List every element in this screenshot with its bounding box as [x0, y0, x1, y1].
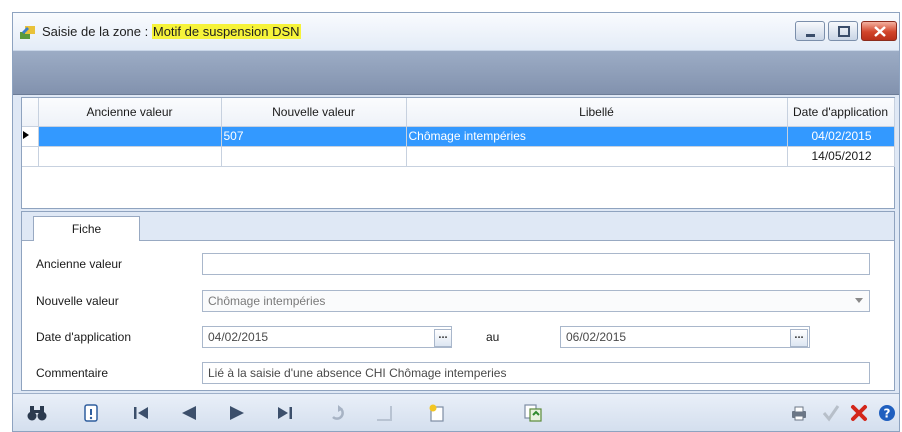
cell-date[interactable]: 04/02/2015	[787, 126, 895, 147]
chevron-down-icon[interactable]	[855, 298, 863, 303]
window-title: Saisie de la zone : Motif de suspension …	[42, 24, 301, 39]
previous-record-icon[interactable]	[179, 403, 199, 423]
date-application-label: Date d'application	[36, 330, 132, 344]
validate-icon[interactable]	[821, 403, 841, 423]
blank-icon[interactable]	[375, 403, 395, 423]
row-pointer-icon	[22, 126, 39, 147]
undo-icon[interactable]	[327, 403, 347, 423]
col-header-libelle[interactable]: Libellé	[406, 98, 788, 127]
window-title-prefix: Saisie de la zone :	[42, 24, 152, 39]
au-label: au	[486, 330, 500, 344]
maximize-button[interactable]	[828, 21, 858, 41]
date-from-picker-button[interactable]: ...	[434, 329, 452, 347]
values-grid[interactable]: Ancienne valeur Nouvelle valeur Libellé …	[21, 97, 895, 209]
fiche-form: Ancienne valeur Nouvelle valeur Chômage …	[22, 240, 894, 390]
new-record-icon[interactable]	[427, 403, 447, 423]
grid-header-indicator	[22, 98, 39, 127]
binoculars-icon[interactable]	[27, 403, 47, 423]
nouvelle-valeur-label: Nouvelle valeur	[36, 294, 119, 308]
cell-libelle[interactable]: Chômage intempéries	[406, 126, 788, 147]
cell-nouvelle[interactable]	[221, 146, 407, 167]
ancienne-valeur-field[interactable]	[202, 253, 870, 275]
date-from-field[interactable]: 04/02/2015	[202, 326, 452, 348]
window-title-highlight: Motif de suspension DSN	[151, 24, 301, 39]
delete-icon[interactable]	[849, 403, 869, 423]
first-record-icon[interactable]	[131, 403, 151, 423]
table-row[interactable]: 14/05/2012	[22, 146, 895, 167]
col-header-ancienne[interactable]: Ancienne valeur	[38, 98, 222, 127]
date-to-picker-button[interactable]: ...	[790, 329, 808, 347]
cell-ancienne[interactable]	[38, 146, 222, 167]
cell-nouvelle[interactable]: 507	[221, 126, 407, 147]
last-record-icon[interactable]	[275, 403, 295, 423]
cell-date[interactable]: 14/05/2012	[787, 146, 895, 167]
minimize-icon	[806, 34, 815, 37]
close-button[interactable]	[861, 21, 897, 41]
print-icon[interactable]	[789, 403, 809, 423]
help-icon[interactable]: ?	[877, 403, 897, 423]
ancienne-valeur-label: Ancienne valeur	[36, 257, 123, 271]
svg-text:?: ?	[884, 407, 891, 421]
commentaire-label: Commentaire	[36, 366, 109, 380]
title-bar[interactable]: Saisie de la zone : Motif de suspension …	[13, 13, 899, 51]
tab-fiche[interactable]: Fiche	[33, 216, 140, 241]
cell-ancienne[interactable]	[38, 126, 222, 147]
dialog-window: Saisie de la zone : Motif de suspension …	[12, 12, 900, 432]
filter-icon[interactable]	[81, 403, 101, 423]
app-icon	[20, 26, 35, 39]
date-to-field[interactable]: 06/02/2015	[560, 326, 810, 348]
grid-header-row: Ancienne valeur Nouvelle valeur Libellé …	[22, 98, 895, 127]
maximize-icon	[838, 26, 850, 37]
row-indicator	[22, 146, 39, 167]
commentaire-field[interactable]: Lié à la saisie d'une absence CHI Chômag…	[202, 362, 870, 384]
minimize-button[interactable]	[795, 21, 825, 41]
cell-libelle[interactable]	[406, 146, 788, 167]
detail-panel: Fiche Ancienne valeur Nouvelle valeur Ch…	[21, 211, 895, 391]
col-header-date[interactable]: Date d'application	[787, 98, 895, 127]
next-record-icon[interactable]	[227, 403, 247, 423]
table-row[interactable]: 507 Chômage intempéries 04/02/2015	[22, 126, 895, 147]
bottom-toolbar: ?	[13, 393, 899, 431]
header-band	[13, 51, 899, 95]
close-icon	[874, 26, 886, 37]
copy-record-icon[interactable]	[523, 403, 543, 423]
nouvelle-valeur-select[interactable]: Chômage intempéries	[202, 290, 870, 312]
col-header-nouvelle[interactable]: Nouvelle valeur	[221, 98, 407, 127]
nouvelle-valeur-text: Chômage intempéries	[208, 294, 326, 308]
